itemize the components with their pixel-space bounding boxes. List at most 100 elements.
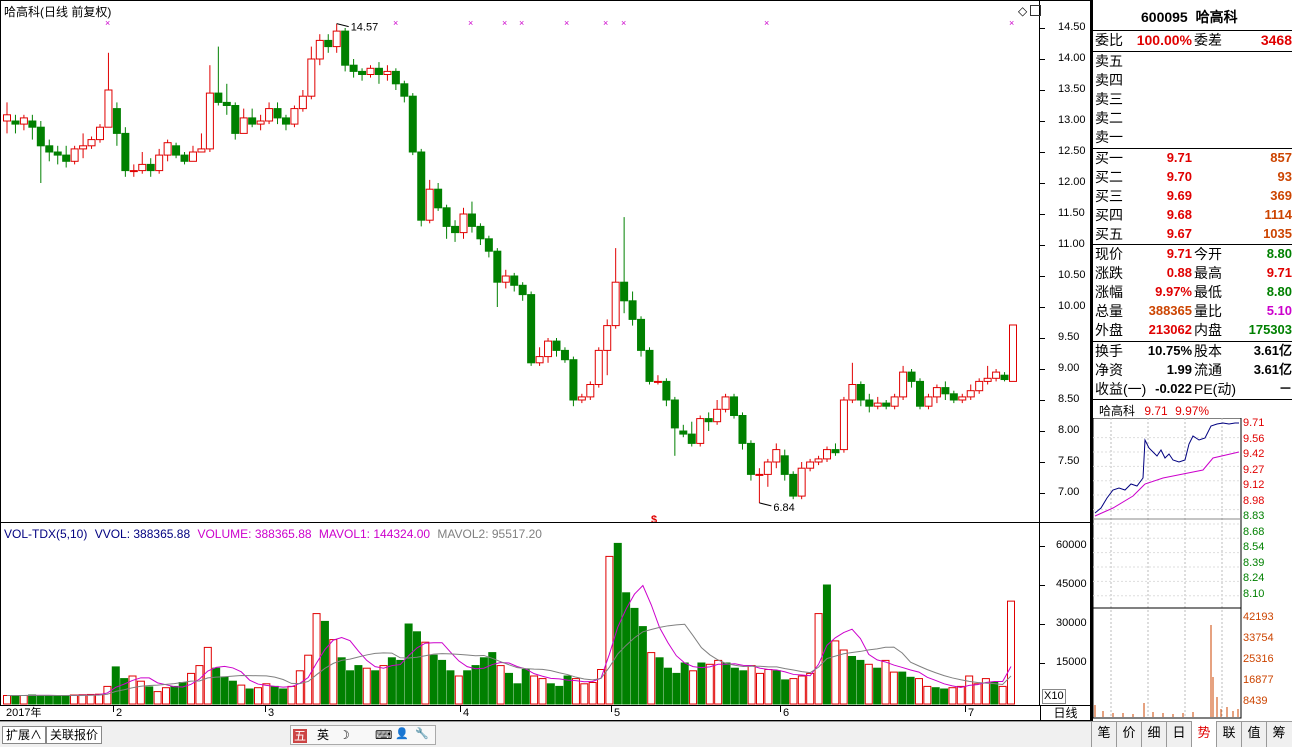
- volume-bar: [638, 626, 647, 705]
- volume-bars[interactable]: [1, 523, 1039, 705]
- buy-level-row[interactable]: 买四 9.68 1114: [1095, 206, 1292, 225]
- candle-body: [569, 359, 578, 401]
- ime-mode-icon[interactable]: 五: [293, 729, 308, 743]
- buy-level-row[interactable]: 买五 9.67 1035: [1095, 225, 1292, 244]
- stat-value: 9.97%: [1155, 284, 1192, 299]
- price-tick: 12.50: [1058, 145, 1086, 157]
- event-marker: ×: [564, 18, 569, 28]
- candle-body: [992, 371, 1001, 379]
- candle-body: [721, 396, 730, 410]
- candle-body: [594, 349, 603, 385]
- intraday-price-tick: 8.68: [1243, 525, 1265, 538]
- volume-bar: [697, 662, 706, 705]
- intraday-price-tick: 9.56: [1243, 432, 1265, 445]
- ime-toolbar[interactable]: 五 英 ☽ ⌨ 👤 🔧: [290, 725, 436, 745]
- buy-level-label: 买四: [1095, 207, 1123, 223]
- related-quote-tab[interactable]: 关联报价: [46, 726, 103, 744]
- ime-moon-icon[interactable]: ☽: [339, 729, 350, 741]
- panel-tab[interactable]: 值: [1241, 721, 1266, 747]
- volume-bar: [44, 695, 53, 705]
- sell-level-row[interactable]: 卖一: [1095, 128, 1292, 147]
- buy-level-row[interactable]: 买二 9.70 93: [1095, 168, 1292, 187]
- candle-body: [932, 387, 941, 398]
- volume-bar: [1007, 600, 1015, 705]
- candle-body: [949, 393, 958, 401]
- volume-bar: [789, 678, 798, 705]
- panel-tab[interactable]: 筹: [1266, 721, 1291, 747]
- stat-label: 内盘: [1194, 322, 1222, 338]
- expand-tab[interactable]: 扩展∧: [2, 726, 47, 744]
- stock-code: 600095: [1141, 9, 1188, 25]
- sell-level-row[interactable]: 卖四: [1095, 71, 1292, 90]
- sell-level-row[interactable]: 卖三: [1095, 90, 1292, 109]
- period-label[interactable]: 日线: [1040, 706, 1091, 721]
- candle-body: [907, 371, 916, 382]
- kline-chart-pane[interactable]: 哈高科(日线 前复权) 14.57 6.84 $ × × × × × × × × × ×: [0, 0, 1040, 523]
- volume-bar: [454, 675, 463, 705]
- price-tick-mark: [1040, 462, 1045, 463]
- intraday-price-tick: 8.98: [1243, 494, 1265, 507]
- candle-body: [112, 108, 121, 134]
- ime-english-icon[interactable]: 英: [317, 729, 329, 741]
- weibi-value: 100.00%: [1136, 32, 1192, 48]
- panel-tab[interactable]: 价: [1116, 721, 1141, 747]
- candle-body: [645, 349, 654, 382]
- volume-bar: [864, 663, 873, 705]
- price-tick: 14.50: [1058, 21, 1086, 33]
- ime-user-icon[interactable]: 👤: [395, 729, 409, 740]
- candle-body: [256, 120, 265, 125]
- weibi-row: 委比 100.00% 委差 3468: [1095, 31, 1292, 50]
- candle-body: [104, 89, 113, 128]
- price-tick-mark: [1040, 338, 1045, 339]
- volume-bar: [873, 667, 882, 705]
- panel-tab[interactable]: 势: [1191, 721, 1216, 747]
- volume-bar: [630, 607, 639, 705]
- volume-bar: [931, 687, 940, 705]
- volume-bar: [28, 694, 37, 705]
- stat-label: 外盘: [1095, 322, 1123, 338]
- buy-level-price: 9.67: [1166, 226, 1192, 241]
- candle-body: [205, 92, 214, 150]
- panel-tab[interactable]: 细: [1141, 721, 1166, 747]
- event-marker: ×: [603, 18, 608, 28]
- candle-body: [983, 377, 992, 382]
- stock-name: 哈高科: [1195, 9, 1238, 25]
- volume-chart-pane[interactable]: VOL-TDX(5,10) VVOL: 388365.88 VOLUME: 38…: [0, 523, 1040, 706]
- date-axis: 2017年 2 3 4 5 6 7: [0, 706, 1040, 721]
- candle-body: [467, 213, 476, 227]
- stat-value: 175303: [1248, 322, 1292, 337]
- panel-tab[interactable]: 日: [1166, 721, 1191, 747]
- window-icon[interactable]: [1030, 5, 1041, 16]
- intraday-price-tick: 9.12: [1243, 479, 1265, 491]
- kline-candles[interactable]: 14.57 6.84 $ × × × × × × × × × ×: [1, 1, 1039, 522]
- volume-bar: [571, 678, 580, 705]
- quote-stat-row: 涨幅 9.97% 最低 8.80: [1095, 283, 1292, 302]
- volume-bar: [505, 672, 513, 705]
- stat-label: 量比: [1194, 303, 1222, 319]
- price-tick: 10.00: [1058, 300, 1086, 312]
- candle-body: [36, 126, 45, 147]
- diamond-icon[interactable]: ◇: [1018, 5, 1027, 17]
- buy-level-row[interactable]: 买三 9.69 369: [1095, 187, 1292, 206]
- panel-tab[interactable]: 联: [1216, 721, 1241, 747]
- sell-level-row[interactable]: 卖五: [1095, 52, 1292, 71]
- stat-label: 最高: [1194, 265, 1222, 281]
- volume-bar: [153, 691, 162, 705]
- mini-header: 哈高科 9.71 9.97%: [1099, 405, 1209, 417]
- ime-settings-icon[interactable]: 🔧: [415, 729, 429, 740]
- volume-bar: [120, 678, 129, 705]
- ime-keyboard-icon[interactable]: ⌨: [375, 729, 392, 741]
- stat-value: －: [1278, 381, 1292, 396]
- quote-stat-row: 外盘 213062 内盘 175303: [1095, 321, 1292, 340]
- candle-body: [332, 30, 341, 48]
- volume-bar: [521, 669, 530, 705]
- stat-label: 涨跌: [1095, 265, 1123, 281]
- buy-level-price: 9.70: [1166, 169, 1192, 184]
- volume-bar: [914, 678, 923, 705]
- sell-level-row[interactable]: 卖二: [1095, 109, 1292, 128]
- volume-bar: [730, 667, 739, 705]
- volume-bar: [848, 656, 857, 705]
- panel-tab[interactable]: 笔: [1091, 721, 1116, 747]
- volume-tick: 60000: [1056, 539, 1087, 551]
- buy-level-row[interactable]: 买一 9.71 857: [1095, 149, 1292, 168]
